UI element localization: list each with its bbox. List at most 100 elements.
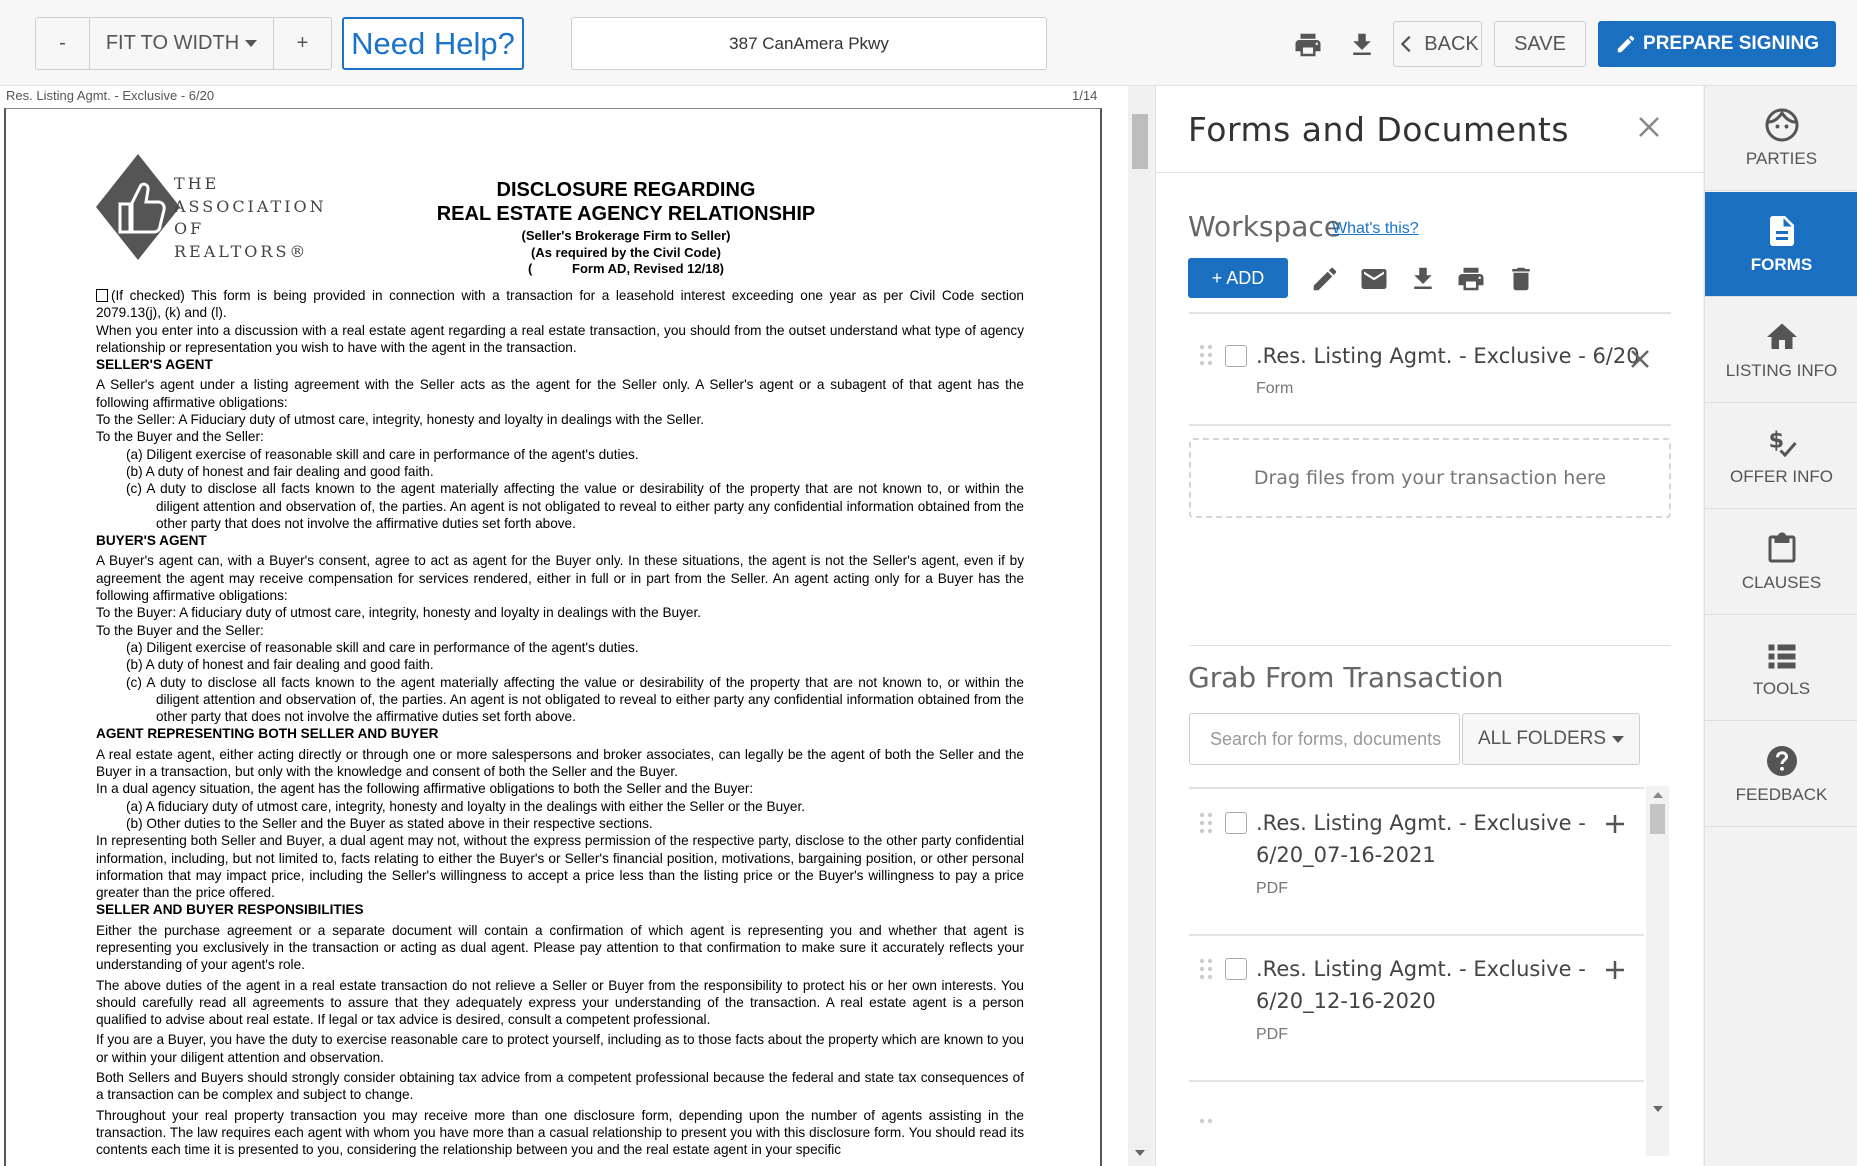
doc-heading: SELLER'S AGENT: [96, 357, 213, 373]
document-page: THE ASSOCIATION OF REALTORS® DISCLOSURE …: [4, 108, 1102, 1166]
all-folders-dropdown[interactable]: ALL FOLDERS: [1462, 713, 1640, 765]
sidebar-item-tools[interactable]: TOOLS: [1705, 616, 1857, 721]
file-drop-zone[interactable]: Drag files from your transaction here: [1189, 438, 1671, 518]
prepare-label: PREPARE SIGNING: [1643, 33, 1819, 54]
remove-icon[interactable]: [1627, 346, 1653, 372]
divider: [1189, 934, 1644, 936]
right-sidebar: PARTIES FORMS LISTING INFO $ OFFER INFO …: [1704, 86, 1857, 1166]
chevron-left-icon: [1401, 35, 1411, 53]
email-icon[interactable]: [1359, 264, 1389, 294]
prepare-signing-button[interactable]: PREPARE SIGNING: [1598, 21, 1836, 67]
doc-heading: BUYER'S AGENT: [96, 533, 207, 549]
forms-documents-panel: Forms and Documents Workspace What's thi…: [1155, 86, 1704, 1166]
sidebar-item-listing-info[interactable]: LISTING INFO: [1705, 298, 1857, 403]
doc-paragraph: In a dual agency situation, the agent ha…: [96, 781, 754, 797]
doc-paragraph: To the Buyer: A fiduciary duty of utmost…: [96, 605, 701, 621]
scroll-up-arrow-icon[interactable]: [1652, 790, 1664, 800]
divider: [1156, 172, 1704, 173]
list-item-checkbox[interactable]: [1225, 812, 1247, 834]
sidebar-item-label: LISTING INFO: [1725, 361, 1838, 380]
add-icon[interactable]: [1603, 812, 1627, 836]
drag-handle-icon[interactable]: [1199, 958, 1213, 980]
fit-to-width-dropdown[interactable]: FIT TO WIDTH: [90, 17, 274, 70]
logo-line-2: ASSOCIATION: [174, 196, 327, 216]
realtors-logo: THE ASSOCIATION OF REALTORS®: [94, 152, 344, 262]
back-button[interactable]: BACK: [1393, 21, 1482, 67]
pencil-icon: [1617, 35, 1635, 53]
document-header: Res. Listing Agmt. - Exclusive - 6/20 1/…: [0, 86, 1110, 108]
list-icon: [1768, 644, 1795, 669]
grab-from-transaction-title: Grab From Transaction: [1188, 661, 1504, 694]
doc-paragraph: (If checked) This form is being provided…: [96, 288, 1024, 321]
list-scrollbar[interactable]: [1646, 786, 1669, 1156]
download-icon[interactable]: [1345, 28, 1379, 62]
download-icon[interactable]: [1408, 264, 1438, 294]
scrollbar-thumb[interactable]: [1650, 804, 1665, 834]
zoom-in-button[interactable]: +: [274, 17, 332, 70]
doc-list-item: (a) Diligent exercise of reasonable skil…: [126, 639, 639, 655]
divider: [1189, 645, 1671, 646]
doc-paragraph: To the Buyer and the Seller:: [96, 429, 264, 445]
home-icon: [1766, 323, 1797, 349]
doc-paragraph: To the Seller: A Fiduciary duty of utmos…: [96, 412, 705, 428]
doc-paragraph: Both Sellers and Buyers should strongly …: [96, 1070, 1024, 1103]
sidebar-item-feedback[interactable]: FEEDBACK: [1705, 722, 1857, 827]
list-item[interactable]: .Res. Listing Agmt. - Exclusive - 6/20_1…: [1189, 944, 1644, 1074]
doc-list-item: (a) Diligent exercise of reasonable skil…: [126, 446, 639, 462]
scroll-down-arrow-icon[interactable]: [1652, 1104, 1664, 1114]
logo-line-1: THE: [174, 174, 220, 193]
document-viewer: Res. Listing Agmt. - Exclusive - 6/20 1/…: [0, 86, 1151, 1166]
caret-down-icon: [1612, 735, 1625, 743]
doc-paragraph: Either the purchase agreement or a separ…: [96, 922, 1024, 973]
caret-down-icon: [245, 40, 258, 47]
document-icon: [1769, 216, 1794, 246]
workspace-item-checkbox[interactable]: [1225, 345, 1247, 367]
sidebar-item-forms[interactable]: FORMS: [1705, 192, 1857, 297]
save-button[interactable]: SAVE: [1494, 21, 1586, 67]
scrollbar-thumb[interactable]: [1132, 114, 1148, 169]
close-icon[interactable]: [1634, 112, 1664, 142]
doc-paragraph: A Seller's agent under a listing agreeme…: [96, 377, 1024, 410]
fit-label: FIT TO WIDTH: [105, 32, 240, 54]
trash-icon[interactable]: [1506, 264, 1536, 294]
doc-paragraph: When you enter into a discussion with a …: [96, 322, 1024, 355]
sidebar-item-label: PARTIES: [1745, 149, 1818, 168]
divider: [1189, 424, 1671, 426]
search-input[interactable]: Search for forms, documents: [1189, 713, 1460, 765]
print-icon[interactable]: [1290, 28, 1326, 62]
doc-subtitle-2: (As required by the Civil Code): [531, 245, 721, 260]
doc-list-item: (b) A duty of honest and fair dealing an…: [126, 463, 434, 479]
list-item-name-line2: 6/20_07-16-2021: [1256, 843, 1436, 867]
question-icon: [1766, 746, 1797, 776]
add-button[interactable]: + ADD: [1188, 258, 1288, 298]
need-help-button[interactable]: Need Help?: [342, 17, 524, 70]
divider: [1189, 312, 1671, 314]
drag-handle-icon[interactable]: [1199, 344, 1213, 366]
print-icon[interactable]: [1456, 264, 1486, 294]
doc-list-item: (a) A fiduciary duty of utmost care, int…: [126, 798, 806, 814]
workspace-item[interactable]: .Res. Listing Agmt. - Exclusive - 6/20 F…: [1189, 326, 1671, 426]
add-icon[interactable]: [1603, 958, 1627, 982]
doc-title-2: REAL ESTATE AGENCY RELATIONSHIP: [436, 203, 816, 225]
doc-list-item: (c) A duty to disclose all facts known t…: [126, 674, 1024, 725]
sidebar-item-offer-info[interactable]: $ OFFER INFO: [1705, 404, 1857, 509]
whats-this-link[interactable]: What's this?: [1332, 220, 1419, 238]
document-scrollbar[interactable]: [1128, 86, 1151, 1166]
list-item[interactable]: .Res. Listing Agmt. - Exclusive - 6/20_0…: [1189, 798, 1644, 928]
divider: [1189, 1080, 1644, 1082]
toolbar: - FIT TO WIDTH + Need Help? 387 CanAmera…: [0, 0, 1857, 86]
leasehold-checkbox[interactable]: [96, 289, 108, 302]
document-body: (If checked) This form is being provided…: [96, 287, 1024, 1159]
dollar-check-icon: $: [1768, 428, 1797, 458]
doc-paragraph: Throughout your real property transactio…: [96, 1107, 1024, 1158]
list-item-name-line1: .Res. Listing Agmt. - Exclusive -: [1256, 811, 1586, 835]
pencil-icon[interactable]: [1310, 264, 1340, 294]
sidebar-item-parties[interactable]: PARTIES: [1705, 86, 1857, 191]
zoom-out-button[interactable]: -: [35, 17, 90, 70]
drag-handle-icon[interactable]: [1199, 812, 1213, 834]
sidebar-item-clauses[interactable]: CLAUSES: [1705, 510, 1857, 615]
face-icon: [1765, 108, 1798, 142]
scroll-down-arrow-icon[interactable]: [1134, 1148, 1146, 1158]
page-counter: 1/14: [1072, 88, 1098, 103]
list-item-checkbox[interactable]: [1225, 958, 1247, 980]
